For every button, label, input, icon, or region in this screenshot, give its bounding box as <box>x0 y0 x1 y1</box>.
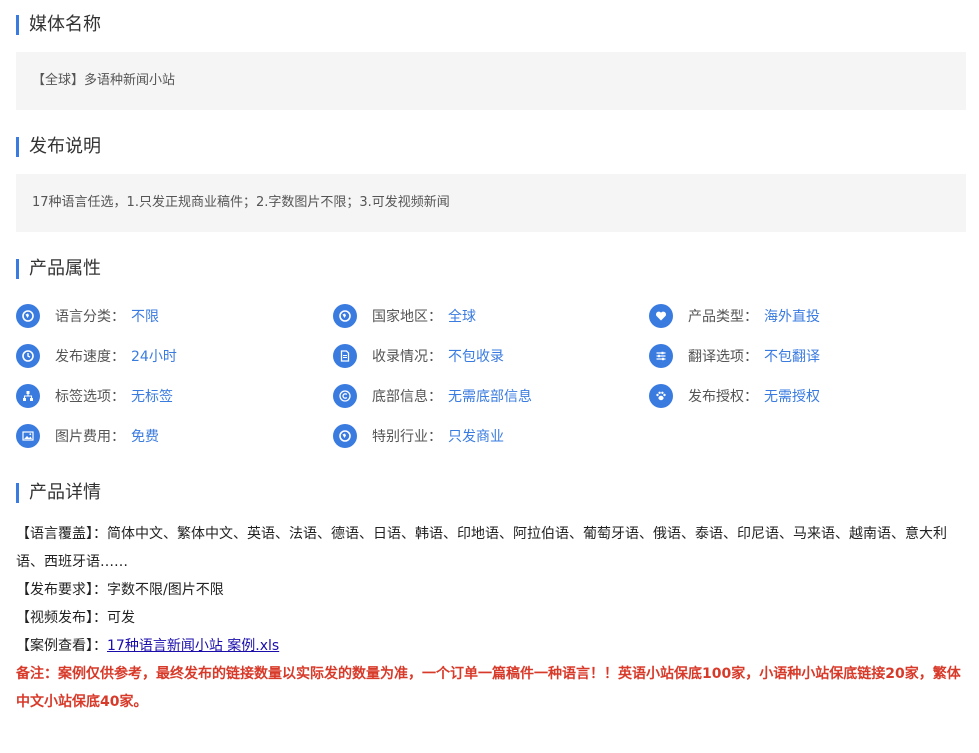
attr-value: 免费 <box>131 429 159 445</box>
detail-label: 【视频发布】： <box>16 610 107 626</box>
document-icon <box>333 344 357 368</box>
product-attributes-heading: 产品属性 <box>16 259 101 279</box>
globe-icon <box>333 304 357 328</box>
attr-label: 特别行业： <box>372 429 442 445</box>
attr-language-category: 语言分类： 不限 <box>16 303 159 329</box>
attr-label: 语言分类： <box>55 309 125 325</box>
publish-description-box: 17种语言任选，1.只发正规商业稿件；2.字数图片不限；3.可发视频新闻 <box>16 174 966 232</box>
attr-image-fee: 图片费用： 免费 <box>16 423 159 449</box>
detail-label: 【发布要求】： <box>16 582 107 598</box>
attr-value: 不包收录 <box>448 349 504 365</box>
attr-label: 产品类型： <box>688 309 758 325</box>
attr-label: 国家地区： <box>372 309 442 325</box>
detail-label: 【案例查看】： <box>16 638 107 654</box>
attr-product-type: 产品类型： 海外直投 <box>649 303 820 329</box>
case-file-link[interactable]: 17种语言新闻小站 案例.xls <box>107 638 279 654</box>
attr-special-industry: 特别行业： 只发商业 <box>333 423 504 449</box>
attr-value: 不限 <box>131 309 159 325</box>
media-name-heading: 媒体名称 <box>16 15 101 35</box>
attr-publish-speed: 发布速度： 24小时 <box>16 343 177 369</box>
detail-language-coverage: 【语言覆盖】：简体中文、繁体中文、英语、法语、德语、日语、韩语、印地语、阿拉伯语… <box>16 520 962 576</box>
attr-label: 底部信息： <box>372 389 442 405</box>
detail-publish-requirement: 【发布要求】：字数不限/图片不限 <box>16 576 962 604</box>
detail-text: 可发 <box>107 610 135 626</box>
attr-value: 无标签 <box>131 389 173 405</box>
attr-footer-info: 底部信息： 无需底部信息 <box>333 383 532 409</box>
attr-publish-authorization: 发布授权： 无需授权 <box>649 383 820 409</box>
attr-label: 发布授权： <box>688 389 758 405</box>
detail-label: 【语言覆盖】： <box>16 526 107 542</box>
attr-label: 图片费用： <box>55 429 125 445</box>
attr-value: 海外直投 <box>764 309 820 325</box>
attr-tag-option: 标签选项： 无标签 <box>16 383 173 409</box>
detail-text: 简体中文、繁体中文、英语、法语、德语、日语、韩语、印地语、阿拉伯语、葡萄牙语、俄… <box>16 526 947 570</box>
remark-note: 备注：案例仅供参考，最终发布的链接数量以实际发的数量为准，一个订单一篇稿件一种语… <box>16 666 961 710</box>
attr-value: 全球 <box>448 309 476 325</box>
attr-translation-option: 翻译选项： 不包翻译 <box>649 343 820 369</box>
attr-value: 不包翻译 <box>764 349 820 365</box>
attr-value: 只发商业 <box>448 429 504 445</box>
detail-text: 字数不限/图片不限 <box>107 582 224 598</box>
globe-icon <box>333 424 357 448</box>
globe-icon <box>16 304 40 328</box>
attr-label: 标签选项： <box>55 389 125 405</box>
media-name-box: 【全球】多语种新闻小站 <box>16 52 966 110</box>
heart-icon <box>649 304 673 328</box>
clock-icon <box>16 344 40 368</box>
copyright-icon <box>333 384 357 408</box>
image-icon <box>16 424 40 448</box>
attr-label: 收录情况： <box>372 349 442 365</box>
publish-description-heading: 发布说明 <box>16 137 101 157</box>
sliders-icon <box>649 344 673 368</box>
product-details-heading: 产品详情 <box>16 483 101 503</box>
paw-icon <box>649 384 673 408</box>
attr-label: 发布速度： <box>55 349 125 365</box>
attr-label: 翻译选项： <box>688 349 758 365</box>
attr-value: 24小时 <box>131 349 177 365</box>
detail-video-publish: 【视频发布】：可发 <box>16 604 962 632</box>
sitemap-icon <box>16 384 40 408</box>
attr-country-region: 国家地区： 全球 <box>333 303 476 329</box>
detail-case-view: 【案例查看】：17种语言新闻小站 案例.xls <box>16 632 962 660</box>
attr-value: 无需授权 <box>764 389 820 405</box>
attr-indexing-status: 收录情况： 不包收录 <box>333 343 504 369</box>
attr-value: 无需底部信息 <box>448 389 532 405</box>
